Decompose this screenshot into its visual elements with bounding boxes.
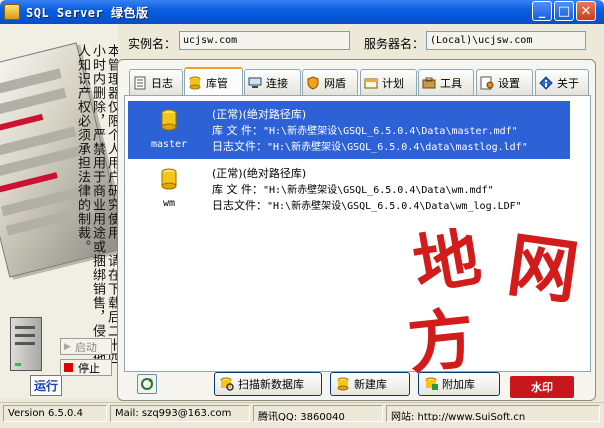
tab-settings[interactable]: 设置 [476, 69, 533, 95]
log-file-path: "H:\新赤壁架设\GSQL_6.5.0.4\Data\wm_log.LDF" [267, 201, 522, 212]
tools-icon [422, 76, 436, 90]
minimize-button[interactable]: _ [532, 1, 552, 21]
stop-icon [64, 363, 73, 372]
shield-icon [306, 75, 320, 90]
log-file-row: 日志文件："H:\新赤壁架设\GSQL_6.5.0.4\data\mastlog… [212, 138, 528, 154]
data-file-row: 库 文 件："H:\新赤壁架设\GSQL_6.5.0.4\Data\wm.mdf… [212, 181, 494, 197]
service-status-label: 运行 [30, 375, 63, 396]
start-label: 启动 [74, 340, 97, 354]
tab-schedule[interactable]: 计划 [360, 69, 417, 95]
watermark-char: 地 [408, 228, 487, 306]
maximize-button[interactable]: □ [554, 1, 574, 21]
log-file-label: 日志文件： [212, 199, 267, 212]
app-icon [4, 4, 20, 20]
tab-label: 日志 [151, 76, 173, 90]
window-title: SQL Server 绿色版 [26, 6, 149, 20]
database-icon [188, 76, 202, 90]
database-icon [161, 109, 177, 131]
start-service-button[interactable]: ▶ 启动 [60, 338, 112, 355]
tab-about[interactable]: 关于 [535, 69, 589, 95]
tab-label: 关于 [557, 76, 579, 90]
server-icon [10, 317, 42, 371]
database-item-wm[interactable]: wm (正常)(绝对路径库) 库 文 件："H:\新赤壁架设\GSQL_6.5.… [128, 160, 570, 218]
watermark-stamp: 水印 [510, 376, 574, 398]
server-label: 服务器名： [364, 37, 425, 51]
log-icon [133, 76, 147, 90]
new-database-icon [336, 377, 350, 391]
qq-text: 腾讯QQ: 3860040 [253, 405, 383, 422]
tab-connection[interactable]: 连接 [244, 69, 301, 95]
database-name: wm [162, 198, 176, 209]
data-file-label: 库 文 件： [212, 183, 263, 196]
tab-label: 设置 [498, 76, 520, 90]
instance-name-field[interactable]: ucjsw.com [179, 31, 350, 50]
watermark-char: 方 [408, 298, 478, 384]
play-icon: ▶ [64, 341, 71, 352]
scan-icon [220, 377, 234, 391]
tab-shield[interactable]: 网盾 [302, 69, 358, 95]
database-status: (正常)(绝对路径库) [212, 108, 307, 121]
scan-databases-button[interactable]: 扫描新数据库 [214, 372, 322, 396]
schedule-icon [364, 76, 378, 90]
mail-text: Mail: szq993@163.com [110, 405, 250, 422]
license-notice: 本管理器仅限个人用户研究使用，请在下载后二十四小时内删除，严禁用于商业用途或捆绑… [75, 44, 118, 366]
about-icon [539, 75, 553, 90]
data-file-row: 库 文 件："H:\新赤壁架设\GSQL_6.5.0.4\Data\master… [212, 122, 518, 138]
database-item-master[interactable]: master (正常)(绝对路径库) 库 文 件："H:\新赤壁架设\GSQL_… [128, 101, 570, 159]
data-file-label: 库 文 件： [212, 124, 263, 137]
database-status: (正常)(绝对路径库) [212, 167, 307, 180]
connection-icon [248, 76, 262, 90]
new-database-label: 新建库 [354, 378, 387, 391]
tab-label: 库管 [206, 77, 228, 90]
scan-label: 扫描新数据库 [238, 378, 304, 391]
refresh-button[interactable] [137, 374, 157, 394]
close-button[interactable]: ✕ [576, 1, 596, 21]
log-file-row: 日志文件："H:\新赤壁架设\GSQL_6.5.0.4\Data\wm_log.… [212, 197, 522, 213]
tab-label: 计划 [382, 76, 404, 90]
instance-label: 实例名： [128, 37, 177, 51]
stop-label: 停止 [78, 361, 100, 375]
tab-label: 连接 [266, 76, 288, 90]
refresh-icon [141, 378, 153, 390]
tab-database[interactable]: 库管 [184, 67, 243, 97]
tab-tools[interactable]: 工具 [418, 69, 474, 95]
tab-label: 工具 [440, 76, 462, 90]
version-text: Version 6.5.0.4 [3, 405, 107, 422]
stop-service-button[interactable]: 停止 [60, 359, 112, 376]
settings-icon [480, 76, 494, 90]
watermark-char: 网 [502, 228, 584, 315]
server-name-field[interactable]: (Local)\ucjsw.com [426, 31, 586, 50]
new-database-button[interactable]: 新建库 [330, 372, 410, 396]
log-file-label: 日志文件： [212, 140, 267, 153]
database-icon [161, 168, 177, 190]
tab-label: 网盾 [324, 76, 346, 90]
tab-log[interactable]: 日志 [129, 69, 183, 95]
website-text[interactable]: 网站: http://www.SuiSoft.cn [386, 405, 600, 422]
log-file-path: "H:\新赤壁架设\GSQL_6.5.0.4\data\mastlog.ldf" [267, 142, 528, 153]
database-name: master [150, 139, 188, 150]
data-file-path: "H:\新赤壁架设\GSQL_6.5.0.4\Data\master.mdf" [263, 126, 518, 137]
data-file-path: "H:\新赤壁架设\GSQL_6.5.0.4\Data\wm.mdf" [263, 185, 494, 196]
